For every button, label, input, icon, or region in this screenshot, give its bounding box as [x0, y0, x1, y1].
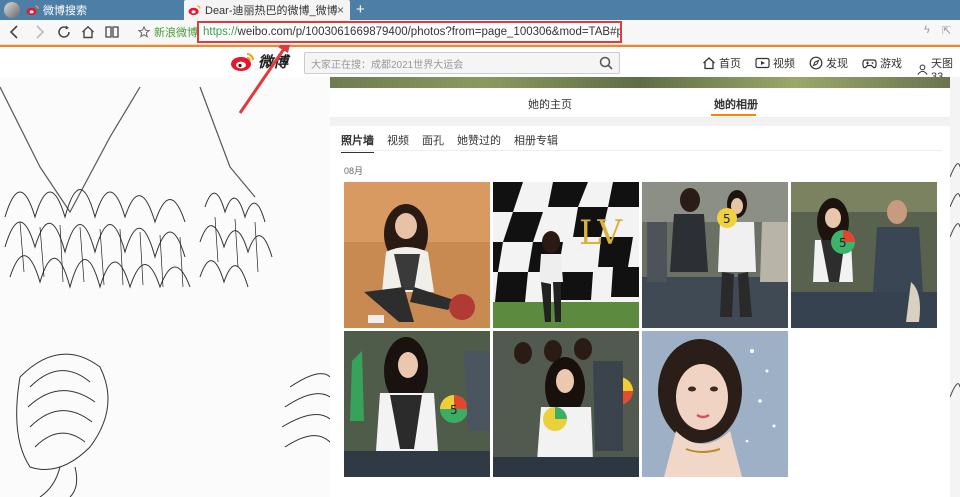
- nav-discover[interactable]: 发现: [809, 55, 848, 71]
- favorite-weibo[interactable]: 新浪微博: [138, 24, 198, 40]
- album-content: 照片墙 视频 面孔 她赞过的 相册专辑 08月 LV 5 5 5: [330, 126, 950, 497]
- reload-icon[interactable]: [55, 23, 73, 41]
- svg-text:5: 5: [450, 403, 458, 417]
- search-placeholder: 大家正在搜：成都2021世界大运会: [311, 59, 464, 71]
- close-icon[interactable]: ×: [337, 3, 344, 17]
- photo-thumbnail[interactable]: [344, 182, 490, 328]
- photo-thumbnail[interactable]: LV: [493, 182, 639, 328]
- star-icon: [138, 26, 150, 38]
- back-icon[interactable]: [6, 23, 24, 41]
- tab-dear-weibo[interactable]: Dear-迪丽热巴的微博_微博 ×: [184, 0, 350, 20]
- url-path: weibo.com/p/1003061669879400/photos?from…: [237, 26, 622, 38]
- nav-video[interactable]: 视频: [755, 55, 795, 71]
- active-tab-underline: [711, 114, 756, 116]
- weibo-logo-icon: [26, 4, 39, 15]
- new-tab-button[interactable]: +: [356, 1, 365, 18]
- favorite-label: 新浪微博: [154, 27, 198, 39]
- nav-label: 首页: [719, 58, 741, 70]
- weibo-logo-icon: [231, 52, 254, 71]
- reader-icon[interactable]: [103, 23, 121, 41]
- nav-label: 发现: [826, 58, 848, 70]
- home-icon[interactable]: [79, 23, 97, 41]
- section-gap: [330, 118, 950, 126]
- url-scheme: https://: [203, 26, 238, 38]
- weibo-logo[interactable]: 微博: [230, 51, 288, 72]
- svg-text:LV: LV: [579, 213, 624, 253]
- tab-label: Dear-迪丽热巴的微博_微博: [205, 5, 338, 17]
- video-icon: [755, 57, 770, 69]
- nav-home[interactable]: 首页: [702, 55, 741, 71]
- weibo-logo-text: 微博: [258, 54, 289, 71]
- lightning-icon[interactable]: ϟ: [924, 24, 930, 36]
- photo-thumbnail[interactable]: [493, 331, 639, 477]
- browser-tab-bar: 微博搜索 Dear-迪丽热巴的微博_微博 × +: [0, 0, 960, 20]
- tab-her-homepage[interactable]: 她的主页: [528, 96, 572, 112]
- nav-game[interactable]: 游戏: [862, 55, 902, 71]
- profile-tabs: 她的主页 她的相册: [330, 88, 950, 118]
- svg-text:5: 5: [723, 212, 731, 226]
- game-icon: [862, 58, 877, 68]
- photo-thumbnail[interactable]: 5: [791, 182, 937, 328]
- background-sketch-image-right: [950, 47, 960, 497]
- profile-cover-banner: [330, 77, 950, 88]
- profile-avatar[interactable]: [4, 2, 20, 18]
- tab-her-album[interactable]: 她的相册: [714, 96, 758, 112]
- subtab-divider: [338, 150, 942, 151]
- address-bar[interactable]: https://weibo.com/p/1003061669879400/pho…: [197, 21, 622, 43]
- photo-thumbnail[interactable]: [642, 331, 788, 477]
- share-icon[interactable]: ⇱: [942, 24, 951, 37]
- weibo-logo-icon: [188, 4, 201, 15]
- weibo-top-header: 微博 大家正在搜：成都2021世界大运会 首页 视频 发现 游戏 天图33: [0, 47, 960, 83]
- web-page: 微博 大家正在搜：成都2021世界大运会 首页 视频 发现 游戏 天图33 她的: [0, 45, 960, 497]
- home-icon: [703, 57, 715, 70]
- nav-label: 视频: [773, 58, 795, 70]
- browser-toolbar: 新浪微博 https://weibo.com/p/100306166987940…: [0, 20, 960, 45]
- search-input[interactable]: 大家正在搜：成都2021世界大运会: [304, 52, 620, 74]
- photo-thumbnail[interactable]: 5: [642, 182, 788, 328]
- tab-weibo-search[interactable]: 微博搜索: [0, 0, 182, 20]
- nav-label: 游戏: [880, 58, 902, 70]
- svg-text:5: 5: [839, 236, 847, 250]
- forward-icon[interactable]: [30, 23, 48, 41]
- photo-thumbnail[interactable]: 5: [344, 331, 490, 477]
- background-sketch-image: [0, 47, 330, 497]
- search-icon[interactable]: [599, 56, 613, 70]
- user-icon: [917, 64, 928, 75]
- compass-icon: [809, 56, 823, 70]
- tab-label: 微博搜索: [43, 5, 87, 17]
- month-label: 08月: [344, 166, 364, 176]
